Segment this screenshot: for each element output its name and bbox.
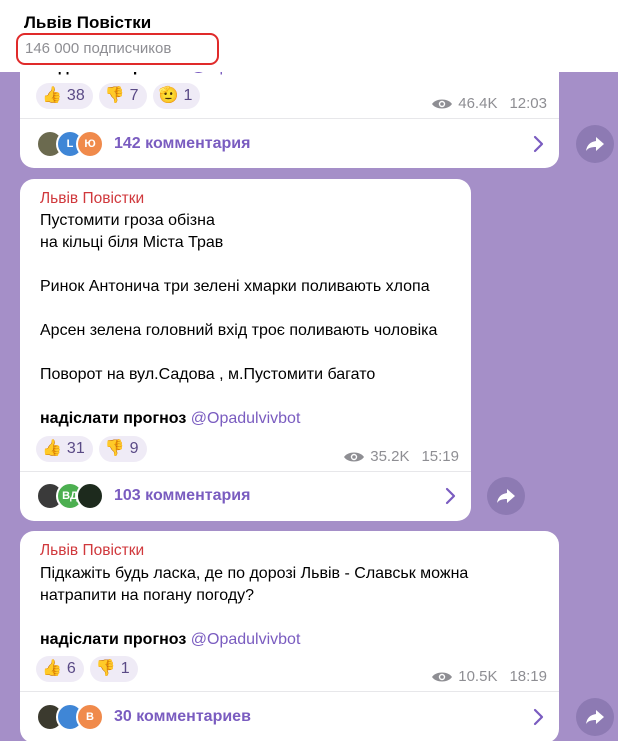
chevron-right-icon (533, 135, 544, 153)
thumbs-up-icon: 👍 (42, 660, 62, 677)
reaction-salute[interactable]: 🫡 1 (152, 83, 201, 109)
avatar: В (76, 703, 104, 731)
message-text: Підкажіть будь ласка, де по дорозі Львів… (40, 565, 469, 604)
reaction-count: 7 (129, 87, 139, 104)
thumbs-down-icon: 👎 (104, 87, 125, 104)
comments-count: 30 комментариев (114, 708, 251, 725)
commenter-avatars: В (36, 703, 104, 731)
reaction-count: 1 (120, 660, 130, 677)
reaction-thumbs-down[interactable]: 👎 9 (98, 436, 147, 462)
commenter-avatars: ВД (36, 482, 104, 510)
comments-count: 142 комментария (114, 135, 251, 152)
message-time: 12:03 (509, 95, 547, 112)
message-bubble: Львів Повістки Підкажіть будь ласка, де … (20, 531, 559, 741)
sender-name: Львів Повістки (40, 542, 145, 559)
comments-row[interactable]: L Ю 142 комментария (36, 126, 545, 162)
bot-link[interactable]: @Opadulvivbot (191, 631, 301, 648)
message-bubble: Львів Повістки Пустомити гроза обізна на… (20, 179, 471, 521)
views-icon (432, 99, 453, 108)
commenter-avatars: L Ю (36, 130, 104, 158)
message-time: 15:19 (421, 448, 459, 465)
chevron-right-icon (445, 487, 456, 505)
share-icon (497, 489, 515, 503)
share-button[interactable] (576, 698, 614, 736)
reactions-row: 👍 38 👎 7 🫡 1 (36, 83, 201, 109)
views-icon (344, 452, 365, 461)
forecast-label: надіслати прогноз (40, 631, 187, 648)
comments-row[interactable]: ВД 103 комментария (36, 478, 457, 514)
forecast-label: надіслати прогноз (40, 410, 187, 427)
forecast-line: надіслати прогноз @Opadulvivbot (40, 631, 300, 649)
reaction-count: 1 (183, 87, 193, 104)
thumbs-down-icon: 👎 (95, 660, 116, 677)
reaction-count: 38 (66, 87, 85, 104)
message-meta: 10.5K 18:19 (431, 668, 547, 685)
views-icon (432, 672, 453, 681)
message-meta: 35.2K 15:19 (343, 448, 459, 465)
reaction-count: 9 (129, 440, 139, 457)
reaction-thumbs-down[interactable]: 👎 7 (98, 83, 147, 109)
forecast-line: надіслати прогноз @Opadulvivbot (40, 410, 300, 428)
views-count: 10.5K (458, 668, 498, 685)
subscriber-count: 146 000 подписчиков (16, 33, 219, 65)
salute-icon: 🫡 (158, 87, 179, 104)
divider (20, 471, 471, 472)
message-meta: 46.4K 12:03 (431, 95, 547, 112)
reaction-thumbs-up[interactable]: 👍 6 (36, 656, 84, 682)
chat-window: { "channel": { "title": "Львів Повістки"… (0, 0, 618, 741)
share-icon (586, 710, 604, 724)
views-count: 35.2K (370, 448, 410, 465)
avatar: Ю (76, 130, 104, 158)
message-time: 18:19 (509, 668, 547, 685)
reactions-row: 👍 6 👎 1 (36, 656, 138, 682)
reaction-count: 6 (66, 660, 76, 677)
reaction-thumbs-down[interactable]: 👎 1 (89, 656, 138, 682)
reaction-count: 31 (66, 440, 85, 457)
channel-header[interactable]: Львів Повістки 146 000 подписчиков (0, 0, 618, 72)
thumbs-down-icon: 👎 (104, 440, 125, 457)
share-button[interactable] (576, 125, 614, 163)
chevron-right-icon (533, 708, 544, 726)
reactions-row: 👍 31 👎 9 (36, 436, 147, 462)
share-button[interactable] (487, 477, 525, 515)
thumbs-up-icon: 👍 (42, 87, 62, 104)
divider (20, 691, 559, 692)
views-count: 46.4K (458, 95, 498, 112)
bot-link[interactable]: @Opadulvivbot (191, 410, 301, 427)
sender-name: Львів Повістки (40, 190, 145, 207)
thumbs-up-icon: 👍 (42, 440, 62, 457)
reaction-thumbs-up[interactable]: 👍 38 (36, 83, 93, 109)
divider (20, 118, 559, 119)
channel-title: Львів Повістки (24, 13, 152, 32)
message-text: Пустомити гроза обізна на кільці біля Мі… (40, 212, 438, 383)
avatar (76, 482, 104, 510)
share-icon (586, 137, 604, 151)
reaction-thumbs-up[interactable]: 👍 31 (36, 436, 93, 462)
comments-row[interactable]: В 30 комментариев (36, 699, 545, 735)
comments-count: 103 комментария (114, 487, 251, 504)
